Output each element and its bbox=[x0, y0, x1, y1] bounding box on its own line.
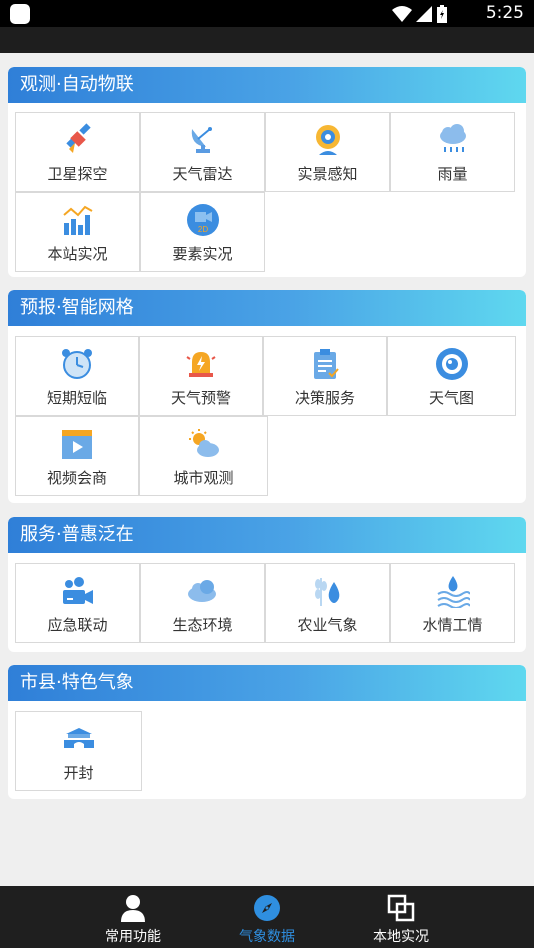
nav-tab-local-live[interactable]: 本地实况 bbox=[336, 886, 466, 948]
grid-item-label: 天气预警 bbox=[170, 389, 231, 407]
section-title: 观测·自动物联 bbox=[8, 67, 526, 103]
bar-chart-icon bbox=[62, 205, 92, 235]
2d-element-icon: 2D bbox=[186, 204, 219, 236]
grid-item-kaifeng[interactable]: 开封 bbox=[15, 711, 142, 791]
status-icons bbox=[392, 4, 448, 24]
grid-item-label: 水情工情 bbox=[422, 616, 483, 634]
grid-item-label: 天气图 bbox=[428, 389, 474, 407]
person-icon bbox=[121, 895, 145, 922]
sun-cloud-icon bbox=[188, 429, 219, 457]
grid-item-city-observation[interactable]: 城市观测 bbox=[139, 416, 268, 496]
clipboard-icon bbox=[314, 349, 339, 379]
grid-item-satellite[interactable]: 卫星探空 bbox=[15, 112, 140, 192]
grid-item-short-term[interactable]: 短期短临 bbox=[15, 336, 139, 416]
grid-item-label: 开封 bbox=[63, 764, 94, 782]
grid-item-label: 决策服务 bbox=[294, 389, 355, 407]
section-title: 服务·普惠泛在 bbox=[8, 517, 526, 553]
grid-item-label: 视频会商 bbox=[46, 469, 107, 487]
app-notification-icon bbox=[10, 4, 30, 24]
svg-text:2D: 2D bbox=[197, 225, 207, 234]
grid-item-label: 生态环境 bbox=[172, 616, 233, 634]
grid-item-rainfall[interactable]: 雨量 bbox=[390, 112, 515, 192]
grid-item-elements-live[interactable]: 2D 要素实况 bbox=[140, 192, 265, 272]
grid-item-video-consult[interactable]: 视频会商 bbox=[15, 416, 139, 496]
grid-item-ecology[interactable]: 生态环境 bbox=[140, 563, 265, 643]
grid-item-weather-map[interactable]: 天气图 bbox=[387, 336, 516, 416]
grid-item-weather-warning[interactable]: 天气预警 bbox=[139, 336, 263, 416]
grid-item-label: 实景感知 bbox=[297, 165, 358, 183]
layers-icon bbox=[387, 894, 415, 922]
cloud-ecology-icon bbox=[187, 580, 216, 602]
status-bar: 5:25 bbox=[0, 0, 534, 27]
section-city: 市县·特色气象 开封 bbox=[8, 665, 526, 799]
video-camera-group-icon bbox=[62, 577, 93, 604]
rain-cloud-icon bbox=[439, 124, 466, 152]
nav-tab-label: 本地实况 bbox=[373, 929, 429, 945]
grid-item-label: 农业气象 bbox=[297, 616, 358, 634]
grid-item-label: 城市观测 bbox=[173, 469, 234, 487]
status-time: 5:25 bbox=[485, 3, 524, 23]
grid-item-label: 要素实况 bbox=[172, 245, 233, 263]
alarm-clock-icon bbox=[62, 349, 92, 379]
compass-icon bbox=[254, 895, 280, 921]
grid-item-water-condition[interactable]: 水情工情 bbox=[390, 563, 515, 643]
signal-icon bbox=[416, 6, 432, 22]
water-waves-icon bbox=[436, 576, 470, 608]
grid-item-agriculture[interactable]: 农业气象 bbox=[265, 563, 390, 643]
nav-tab-label: 气象数据 bbox=[239, 929, 295, 945]
wifi-icon bbox=[392, 6, 412, 22]
alert-bell-icon bbox=[186, 352, 216, 377]
grid-item-decision-service[interactable]: 决策服务 bbox=[263, 336, 387, 416]
section-title: 市县·特色气象 bbox=[8, 665, 526, 701]
grid-item-label: 卫星探空 bbox=[47, 165, 108, 183]
grid-item-emergency[interactable]: 应急联动 bbox=[15, 563, 140, 643]
eye-icon bbox=[435, 348, 468, 380]
grid-item-label: 短期短临 bbox=[46, 389, 107, 407]
grid-item-station-live[interactable]: 本站实况 bbox=[15, 192, 140, 272]
battery-icon bbox=[437, 5, 447, 23]
satellite-icon bbox=[65, 123, 91, 153]
video-icon bbox=[62, 430, 92, 459]
wheat-drop-icon bbox=[314, 578, 339, 606]
grid-item-label: 应急联动 bbox=[47, 616, 108, 634]
nav-tab-weather-data[interactable]: 气象数据 bbox=[202, 886, 332, 948]
nav-tab-common-functions[interactable]: 常用功能 bbox=[68, 886, 198, 948]
grid-item-radar[interactable]: 天气雷达 bbox=[140, 112, 265, 192]
city-gate-icon bbox=[63, 728, 94, 748]
section-forecast: 预报·智能网格 短期短临 天气预警 决策服务 天气图 视频会商 城市观测 bbox=[8, 290, 526, 503]
bottom-navigation: 常用功能 气象数据 本地实况 bbox=[0, 886, 534, 948]
top-app-bar bbox=[0, 27, 534, 53]
radar-dish-icon bbox=[191, 127, 212, 153]
grid-item-webcam[interactable]: 实景感知 bbox=[265, 112, 390, 192]
grid-item-label: 本站实况 bbox=[47, 245, 108, 263]
grid-item-label: 天气雷达 bbox=[172, 165, 233, 183]
webcam-icon bbox=[315, 125, 340, 155]
grid-item-label: 雨量 bbox=[437, 165, 468, 183]
nav-tab-label: 常用功能 bbox=[105, 929, 161, 945]
section-title: 预报·智能网格 bbox=[8, 290, 526, 326]
section-observation: 观测·自动物联 卫星探空 天气雷达 实景感知 雨量 本站实况 2D 要素实况 bbox=[8, 67, 526, 277]
section-service: 服务·普惠泛在 应急联动 生态环境 农业气象 水情工情 bbox=[8, 517, 526, 652]
